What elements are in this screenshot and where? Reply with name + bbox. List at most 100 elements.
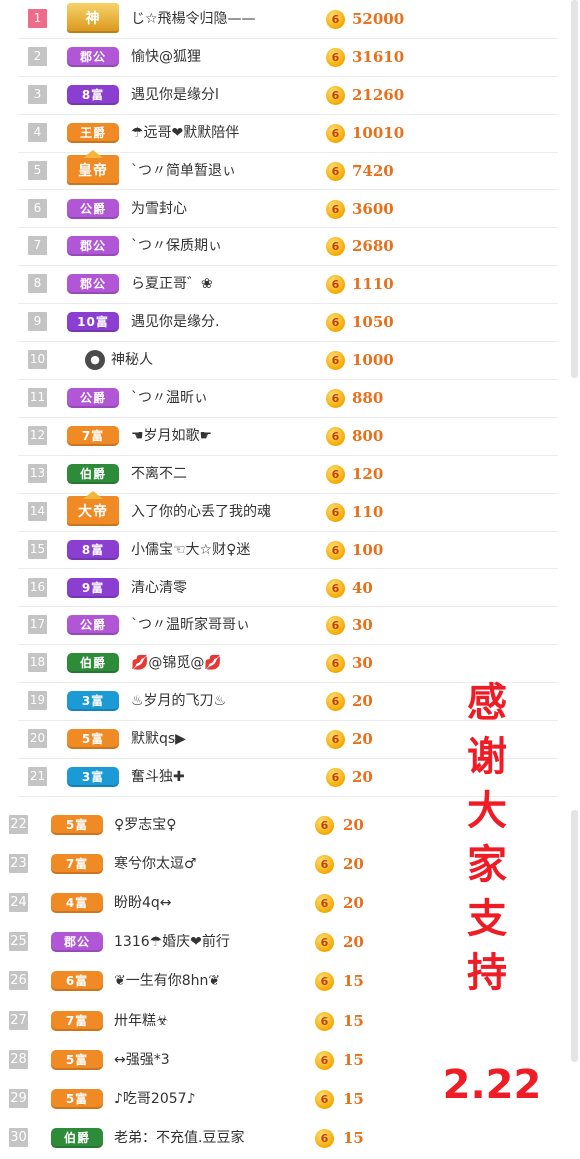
user-nickname[interactable]: 1316☂婚庆❤前行 (114, 923, 230, 961)
user-nickname[interactable]: 默默qs▶ (131, 720, 186, 758)
user-nickname[interactable]: 入了你的心丢了我的魂 (131, 493, 271, 531)
gift-amount: 800 (352, 426, 384, 445)
user-nickname[interactable]: 不离不二 (131, 455, 187, 493)
user-nickname[interactable]: 💋@锦觅@💋 (131, 644, 222, 682)
rank-badge: 郡公 (67, 274, 119, 295)
user-nickname[interactable]: ❦一生有你8hn❦ (114, 962, 220, 1000)
rank-badge: 5富 (51, 1088, 103, 1109)
ranking-row[interactable]: 9 10富 遇见你是缘分. 6 1050 (18, 303, 558, 343)
rank-number: 30 (9, 1127, 28, 1147)
ranking-row[interactable]: 14 大帝 入了你的心丢了我的魂 6 110 (18, 490, 558, 532)
rank-number: 16 (28, 577, 47, 597)
coin-icon: 6 (326, 161, 345, 181)
gift-amount: 20 (352, 730, 373, 749)
rank-number: 9 (28, 312, 47, 332)
ranking-row[interactable]: 10 ● 神秘人 6 1000 (18, 341, 558, 380)
coin-icon: 6 (326, 275, 345, 295)
gift-amount: 110 (352, 502, 384, 521)
user-nickname[interactable]: ら夏正哥゛❀ (131, 265, 213, 303)
coin-icon: 6 (326, 616, 345, 636)
coin-icon: 6 (315, 894, 334, 914)
gift-amount: 20 (343, 894, 364, 913)
user-nickname[interactable]: ♪吃哥2057♪ (114, 1080, 196, 1118)
user-nickname[interactable]: ♨岁月的飞刀♨ (131, 682, 226, 720)
ranking-row[interactable]: 7 郡公 ˋつ〃保质期ぃ 6 2680 (18, 227, 558, 267)
gift-amount: 3600 (352, 199, 394, 218)
rank-number: 13 (28, 463, 47, 483)
rank-number: 18 (28, 653, 47, 673)
user-nickname[interactable]: ˋつ〃简单暂退ぃ (131, 152, 236, 190)
gift-amount: 31610 (352, 47, 405, 66)
user-nickname[interactable]: 奮斗独✚ (131, 758, 185, 796)
gift-amount: 1050 (352, 313, 394, 332)
scrollbar-bottom[interactable] (571, 810, 578, 1062)
rank-number: 29 (9, 1088, 28, 1108)
rank-number: 21 (28, 767, 47, 786)
rank-badge: 公爵 (67, 615, 119, 636)
rank-badge: 6富 (51, 971, 103, 992)
user-nickname[interactable]: ˋつ〃温昕ぃ (131, 379, 208, 417)
user-nickname[interactable]: 小儒宝☜大☆财♀迷 (131, 531, 250, 569)
gift-amount: 52000 (352, 10, 405, 28)
gift-amount: 120 (352, 464, 384, 483)
gift-amount: 20 (352, 768, 373, 786)
rank-number: 14 (28, 501, 47, 521)
ranking-row[interactable]: 15 8富 小儒宝☜大☆财♀迷 6 100 (18, 531, 558, 570)
gift-amount: 40 (352, 578, 373, 597)
thanks-char: 谢 (467, 734, 507, 780)
gift-amount: 20 (343, 855, 364, 874)
user-nickname[interactable]: ☂远哥❤默默陪伴 (131, 114, 239, 152)
user-nickname[interactable]: ☚岁月如歌☛ (131, 417, 212, 455)
user-nickname[interactable]: 卅年糕☣ (114, 1002, 169, 1040)
ranking-row[interactable]: 1 神じ☆飛楊令归隐—— 6 52000 (18, 0, 558, 39)
user-nickname[interactable]: 盼盼4q↔ (114, 884, 172, 922)
gift-amount: 2680 (352, 237, 394, 256)
ranking-row[interactable]: 30 伯爵 老弟：不充值.豆豆家 6 15 (0, 1119, 560, 1158)
rank-number: 7 (28, 236, 47, 256)
gift-amount: 30 (352, 616, 373, 635)
rank-badge: 8富 (67, 84, 119, 105)
coin-icon: 6 (326, 540, 345, 560)
gift-amount: 1000 (352, 351, 394, 370)
ranking-row[interactable]: 11 公爵 ˋつ〃温昕ぃ 6 880 (18, 379, 558, 418)
ranking-row[interactable]: 17 公爵 ˋつ〃温昕家哥哥ぃ 6 30 (18, 606, 558, 646)
rank-badge: 王爵 (67, 122, 119, 143)
ranking-row[interactable]: 5 皇帝 ˋつ〃简单暂退ぃ 6 7420 (18, 149, 558, 191)
rank-badge: 郡公 (67, 46, 119, 67)
user-nickname[interactable]: じ☆飛楊令归隐—— (131, 0, 256, 38)
user-nickname[interactable]: 为雪封心 (131, 190, 187, 228)
rank-number: 10 (28, 350, 47, 370)
user-nickname[interactable]: ♀罗志宝♀ (114, 806, 177, 844)
gift-amount: 1110 (352, 275, 394, 294)
user-nickname[interactable]: 清心清零 (131, 569, 187, 607)
user-nickname[interactable]: ˋつ〃温昕家哥哥ぃ (131, 606, 250, 644)
user-nickname[interactable]: 神秘人 (111, 341, 153, 379)
thanks-char: 家 (467, 842, 507, 888)
gift-amount: 7420 (352, 161, 394, 180)
user-nickname[interactable]: 遇见你是缘分l (131, 76, 219, 114)
ranking-row[interactable]: 8 郡公 ら夏正哥゛❀ 6 1110 (18, 265, 558, 305)
ranking-row[interactable]: 12 7富 ☚岁月如歌☛ 6 800 (18, 417, 558, 456)
user-nickname[interactable]: 愉快@狐狸 (131, 38, 201, 76)
ranking-row[interactable]: 3 8富 遇见你是缘分l 6 21260 (18, 76, 558, 115)
user-nickname[interactable]: ˋつ〃保质期ぃ (131, 227, 222, 265)
scrollbar-top[interactable] (571, 0, 578, 378)
coin-icon: 6 (326, 730, 345, 750)
coin-icon: 6 (326, 502, 345, 522)
thanks-char: 持 (467, 950, 507, 996)
user-nickname[interactable]: 寒兮你太逗♂ (114, 845, 197, 883)
user-nickname[interactable]: ↔强强*3 (114, 1041, 170, 1079)
ranking-row[interactable]: 13 伯爵 不离不二 6 120 (18, 455, 558, 494)
coin-icon: 6 (326, 389, 345, 408)
rank-badge: 大帝 (67, 490, 119, 526)
rank-badge: 郡公 (51, 932, 103, 953)
ranking-row[interactable]: 2 郡公 愉快@狐狸 6 31610 (18, 38, 558, 77)
ranking-row[interactable]: 6 公爵 为雪封心 6 3600 (18, 190, 558, 229)
gift-amount: 15 (343, 1128, 364, 1147)
user-nickname[interactable]: 遇见你是缘分. (131, 303, 219, 341)
ranking-row[interactable]: 27 7富 卅年糕☣ 6 15 (0, 1002, 560, 1041)
user-nickname[interactable]: 老弟：不充值.豆豆家 (114, 1119, 244, 1157)
ranking-row[interactable]: 16 9富 清心清零 6 40 (18, 569, 558, 608)
rank-badge: 10富 (67, 312, 119, 333)
ranking-row[interactable]: 4 王爵 ☂远哥❤默默陪伴 6 10010 (18, 114, 558, 153)
